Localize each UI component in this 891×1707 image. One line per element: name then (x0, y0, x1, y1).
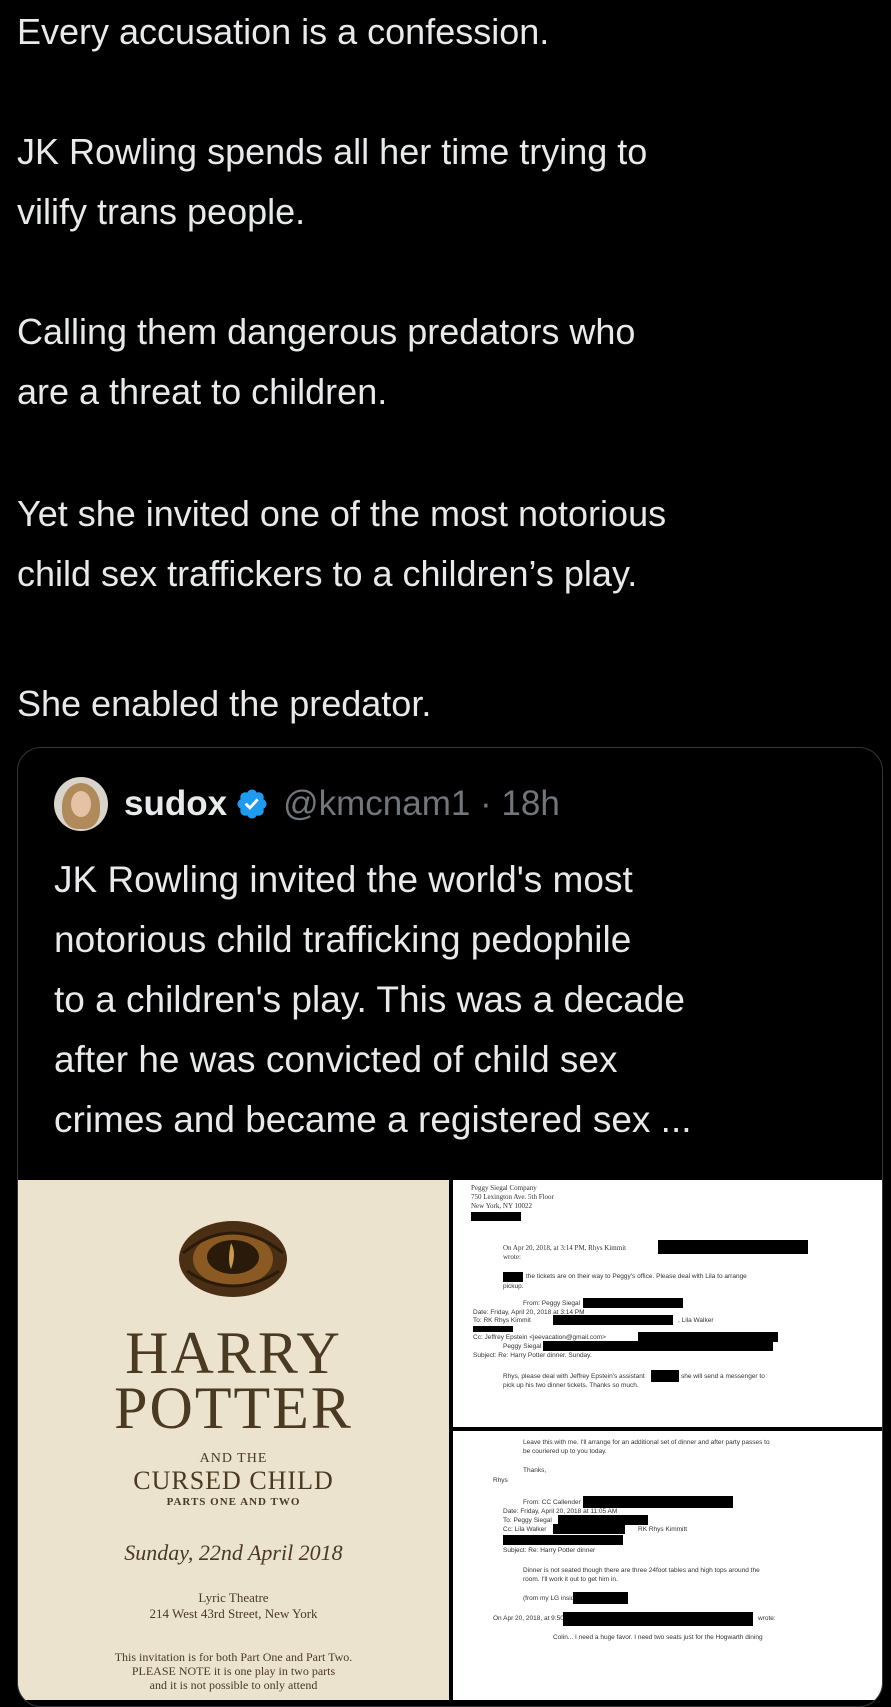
invite-parts: PARTS ONE AND TWO (166, 1496, 301, 1508)
redaction (471, 1212, 521, 1221)
email-image-1[interactable]: Peggy Siegal Company 750 Lexington Ave. … (453, 1180, 882, 1427)
email-text: Subject: Re: Harry Potter dinner. Sunday… (473, 1352, 592, 1359)
email-text: the tickets are on their way to Peggy's … (526, 1273, 747, 1280)
invite-note: PLEASE NOTE it is one play in two parts (131, 1664, 336, 1678)
email-text: Dinner is not seated though there are th… (523, 1567, 760, 1574)
quoted-line: to a children's play. This was a decade (54, 979, 685, 1020)
invite-note: and it is not possible to only attend (149, 1678, 318, 1692)
post-line: JK Rowling spends all her time trying to (17, 131, 648, 172)
email-text: RK Rhys Kimmitt (638, 1526, 688, 1533)
quoted-post[interactable]: sudox @kmcnam1 · 18h JK Rowling invited … (17, 747, 883, 1707)
email-text: Rhys, please deal with Jeffrey Epstein's… (503, 1373, 645, 1380)
redaction (573, 1592, 628, 1604)
email-text: (from my LG inside) (523, 1595, 581, 1602)
redaction (563, 1612, 753, 1626)
quoted-media[interactable]: HARRY POTTER AND THE CURSED CHILD PARTS … (18, 1180, 882, 1700)
email-image-2[interactable]: Leave this with me. I'll arrange for an … (453, 1431, 882, 1700)
redaction (543, 1341, 773, 1351)
email-text: 750 Lexington Ave. 5th Floor (471, 1193, 554, 1201)
redaction (473, 1326, 513, 1332)
quoted-author-name[interactable]: sudox (124, 784, 227, 824)
post-line: vilify trans people. (17, 191, 306, 232)
verified-badge-icon (237, 789, 267, 819)
redaction (583, 1298, 683, 1308)
email-text: Subject: Re: Harry Potter dinner (503, 1547, 596, 1554)
post-line: Every accusation is a confession. (17, 11, 550, 52)
redaction (553, 1315, 673, 1325)
post-line: child sex traffickers to a children’s pl… (17, 553, 638, 594)
email-text: From: Peggy Siegal (523, 1300, 581, 1307)
email-text: pick up his two dinner tickets. Thanks s… (503, 1382, 639, 1389)
post-line: She enabled the predator. (17, 683, 432, 724)
invitation-image[interactable]: HARRY POTTER AND THE CURSED CHILD PARTS … (18, 1180, 449, 1700)
email-text: Leave this with me. I'll arrange for an … (523, 1439, 770, 1446)
quoted-line: notorious child trafficking pedophile (54, 919, 632, 960)
email-text: pickup. (503, 1283, 524, 1290)
email-text: To: RK Rhys Kimmit (473, 1317, 531, 1324)
nest-icon (179, 1221, 287, 1297)
invite-note: This invitation is for both Part One and… (114, 1650, 353, 1664)
email-text: Peggy Siegal Company (471, 1184, 537, 1192)
redaction (658, 1240, 808, 1254)
redaction (583, 1496, 733, 1508)
email-text: To: Peggy Siegal (503, 1517, 552, 1524)
post-line: Yet she invited one of the most notoriou… (17, 493, 667, 534)
post-line: are a threat to children. (17, 371, 388, 412)
email-text: wrote: (758, 1615, 776, 1622)
invite-address: 214 West 43rd Street, New York (149, 1606, 318, 1621)
quoted-line: after he was convicted of child sex (54, 1039, 618, 1080)
email-text: wrote: (503, 1253, 521, 1261)
quoted-post-text: JK Rowling invited the world's most noto… (54, 850, 854, 1150)
redaction (503, 1535, 623, 1545)
post-line: Calling them dangerous predators who (17, 311, 636, 352)
email-text: New York, NY 10022 (471, 1202, 532, 1210)
quoted-line: crimes and became a registered sex ... (54, 1099, 692, 1140)
email-text: Rhys (493, 1477, 508, 1484)
email-text: be couriered up to you today. (523, 1448, 607, 1455)
email-text: From: CC Callender (523, 1499, 581, 1506)
email-text: Cc: Lila Walker (503, 1526, 547, 1533)
invite-potter: POTTER (114, 1375, 353, 1441)
invite-date: Sunday, 22nd April 2018 (124, 1540, 343, 1565)
redaction (503, 1272, 523, 1282)
quoted-post-header: sudox @kmcnam1 · 18h (54, 776, 560, 832)
invite-harry: HARRY (125, 1320, 342, 1386)
quoted-author-handle[interactable]: @kmcnam1 · 18h (283, 784, 560, 824)
invite-and-the: AND THE (199, 1451, 268, 1466)
email-text: she will send a messenger to (681, 1373, 765, 1380)
quoted-line: JK Rowling invited the world's most (54, 859, 633, 900)
email-text: room. I'll work it out to get him in. (523, 1576, 618, 1583)
avatar[interactable] (54, 777, 108, 831)
redaction (553, 1524, 625, 1534)
email-text: Thanks, (523, 1467, 547, 1474)
invite-theatre: Lyric Theatre (198, 1590, 269, 1605)
redaction (651, 1370, 679, 1382)
invite-cursed-child: CURSED CHILD (133, 1466, 334, 1495)
email-text: Peggy Siegal (503, 1343, 542, 1350)
email-text: Colin... I need a huge favor. I need two… (553, 1634, 763, 1641)
email-text: , Lila Walker (678, 1317, 714, 1324)
email-text: On Apr 20, 2018, at 3:14 PM, Rhys Kimmit (503, 1244, 627, 1252)
